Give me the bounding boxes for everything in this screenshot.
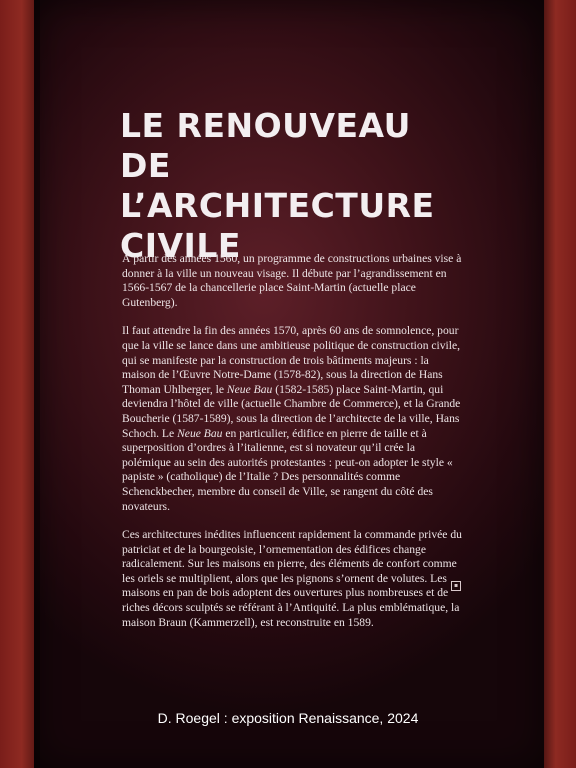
paragraph-3: Ces architectures inédites influencent r…	[122, 528, 462, 629]
neue-bau-italic-1: Neue Bau	[226, 382, 273, 396]
red-wall-left	[0, 0, 36, 768]
paragraph-1: À partir des années 1560, un programme d…	[122, 252, 462, 309]
photo-caption: D. Roegel : exposition Renaissance, 2024	[157, 710, 419, 726]
panel-edge-shadow	[34, 0, 40, 768]
paragraph-2: Il faut attendre la fin des années 1570,…	[122, 324, 464, 514]
end-square-icon: ▪	[451, 581, 461, 591]
red-wall-right	[542, 0, 576, 768]
panel-body: À partir des années 1560, un programme d…	[122, 252, 464, 644]
title-line-1: LE RENOUVEAU	[120, 106, 411, 145]
panel-title: LE RENOUVEAU DE L’ARCHITECTURE CIVILE	[120, 106, 480, 266]
title-line-2: DE L’ARCHITECTURE	[120, 146, 435, 225]
neue-bau-italic-2: Neue Bau	[177, 426, 223, 440]
